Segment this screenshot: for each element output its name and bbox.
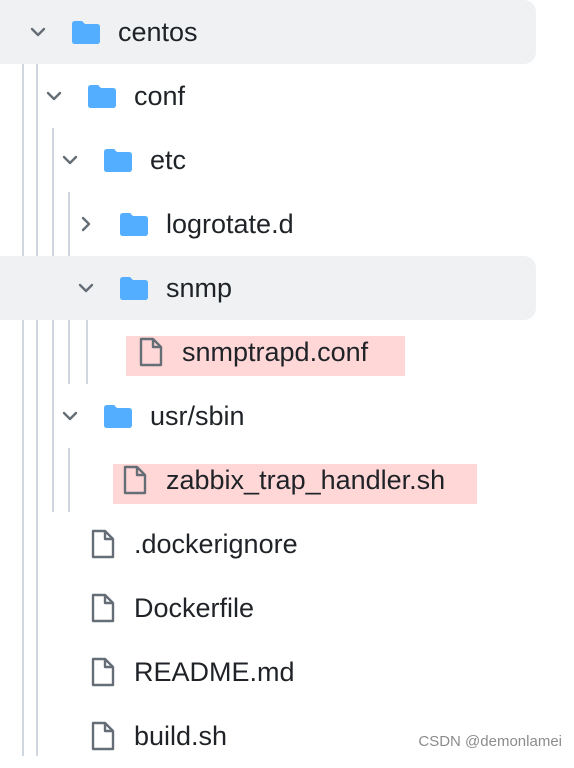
chevron-down-icon[interactable] — [42, 84, 66, 108]
tree-item-label: build.sh — [134, 721, 228, 751]
tree-item-label: .dockerignore — [134, 529, 298, 559]
tree-item-dockerfile[interactable]: Dockerfile — [0, 576, 536, 640]
tree-item-label: conf — [134, 81, 186, 111]
tree-item-etc[interactable]: etc — [0, 128, 536, 192]
tree-item-logrotate-d[interactable]: logrotate.d — [0, 192, 536, 256]
tree-item-zabbix-trap-handler-sh[interactable]: zabbix_trap_handler.sh — [0, 448, 536, 512]
folder-icon — [70, 16, 102, 48]
tree-item-readme-md[interactable]: README.md — [0, 640, 536, 704]
tree-item-conf[interactable]: conf — [0, 64, 536, 128]
tree-item-label: README.md — [134, 657, 295, 687]
file-icon — [118, 464, 150, 496]
folder-icon — [118, 208, 150, 240]
tree-item-label: etc — [150, 145, 187, 175]
chevron-down-icon[interactable] — [74, 276, 98, 300]
watermark: CSDN @demonlamei — [418, 733, 562, 750]
tree-item-label: snmptrapd.conf — [182, 337, 369, 367]
tree-item-label: Dockerfile — [134, 593, 255, 623]
tree-item-usr-sbin[interactable]: usr/sbin — [0, 384, 536, 448]
tree-item-label: logrotate.d — [166, 209, 294, 239]
folder-icon — [102, 144, 134, 176]
tree-item-label: snmp — [166, 273, 233, 303]
folder-icon — [118, 272, 150, 304]
chevron-down-icon[interactable] — [26, 20, 50, 44]
tree-item-snmp[interactable]: snmp — [0, 256, 536, 320]
chevron-down-icon[interactable] — [58, 404, 82, 428]
tree-item-centos[interactable]: centos — [0, 0, 536, 64]
folder-icon — [86, 80, 118, 112]
file-icon — [86, 656, 118, 688]
tree-item-snmptrapd-conf[interactable]: snmptrapd.conf — [0, 320, 536, 384]
file-tree: centos conf etc logrotate.d snmp snmptra… — [0, 0, 574, 756]
tree-item-label: usr/sbin — [150, 401, 245, 431]
tree-item-label: centos — [118, 17, 198, 47]
tree-item-label: zabbix_trap_handler.sh — [166, 465, 446, 495]
chevron-down-icon[interactable] — [58, 148, 82, 172]
folder-icon — [102, 400, 134, 432]
chevron-right-icon[interactable] — [74, 212, 98, 236]
tree-item-dockerignore[interactable]: .dockerignore — [0, 512, 536, 576]
file-icon — [86, 592, 118, 624]
file-icon — [86, 528, 118, 560]
file-icon — [86, 720, 118, 752]
file-icon — [134, 336, 166, 368]
